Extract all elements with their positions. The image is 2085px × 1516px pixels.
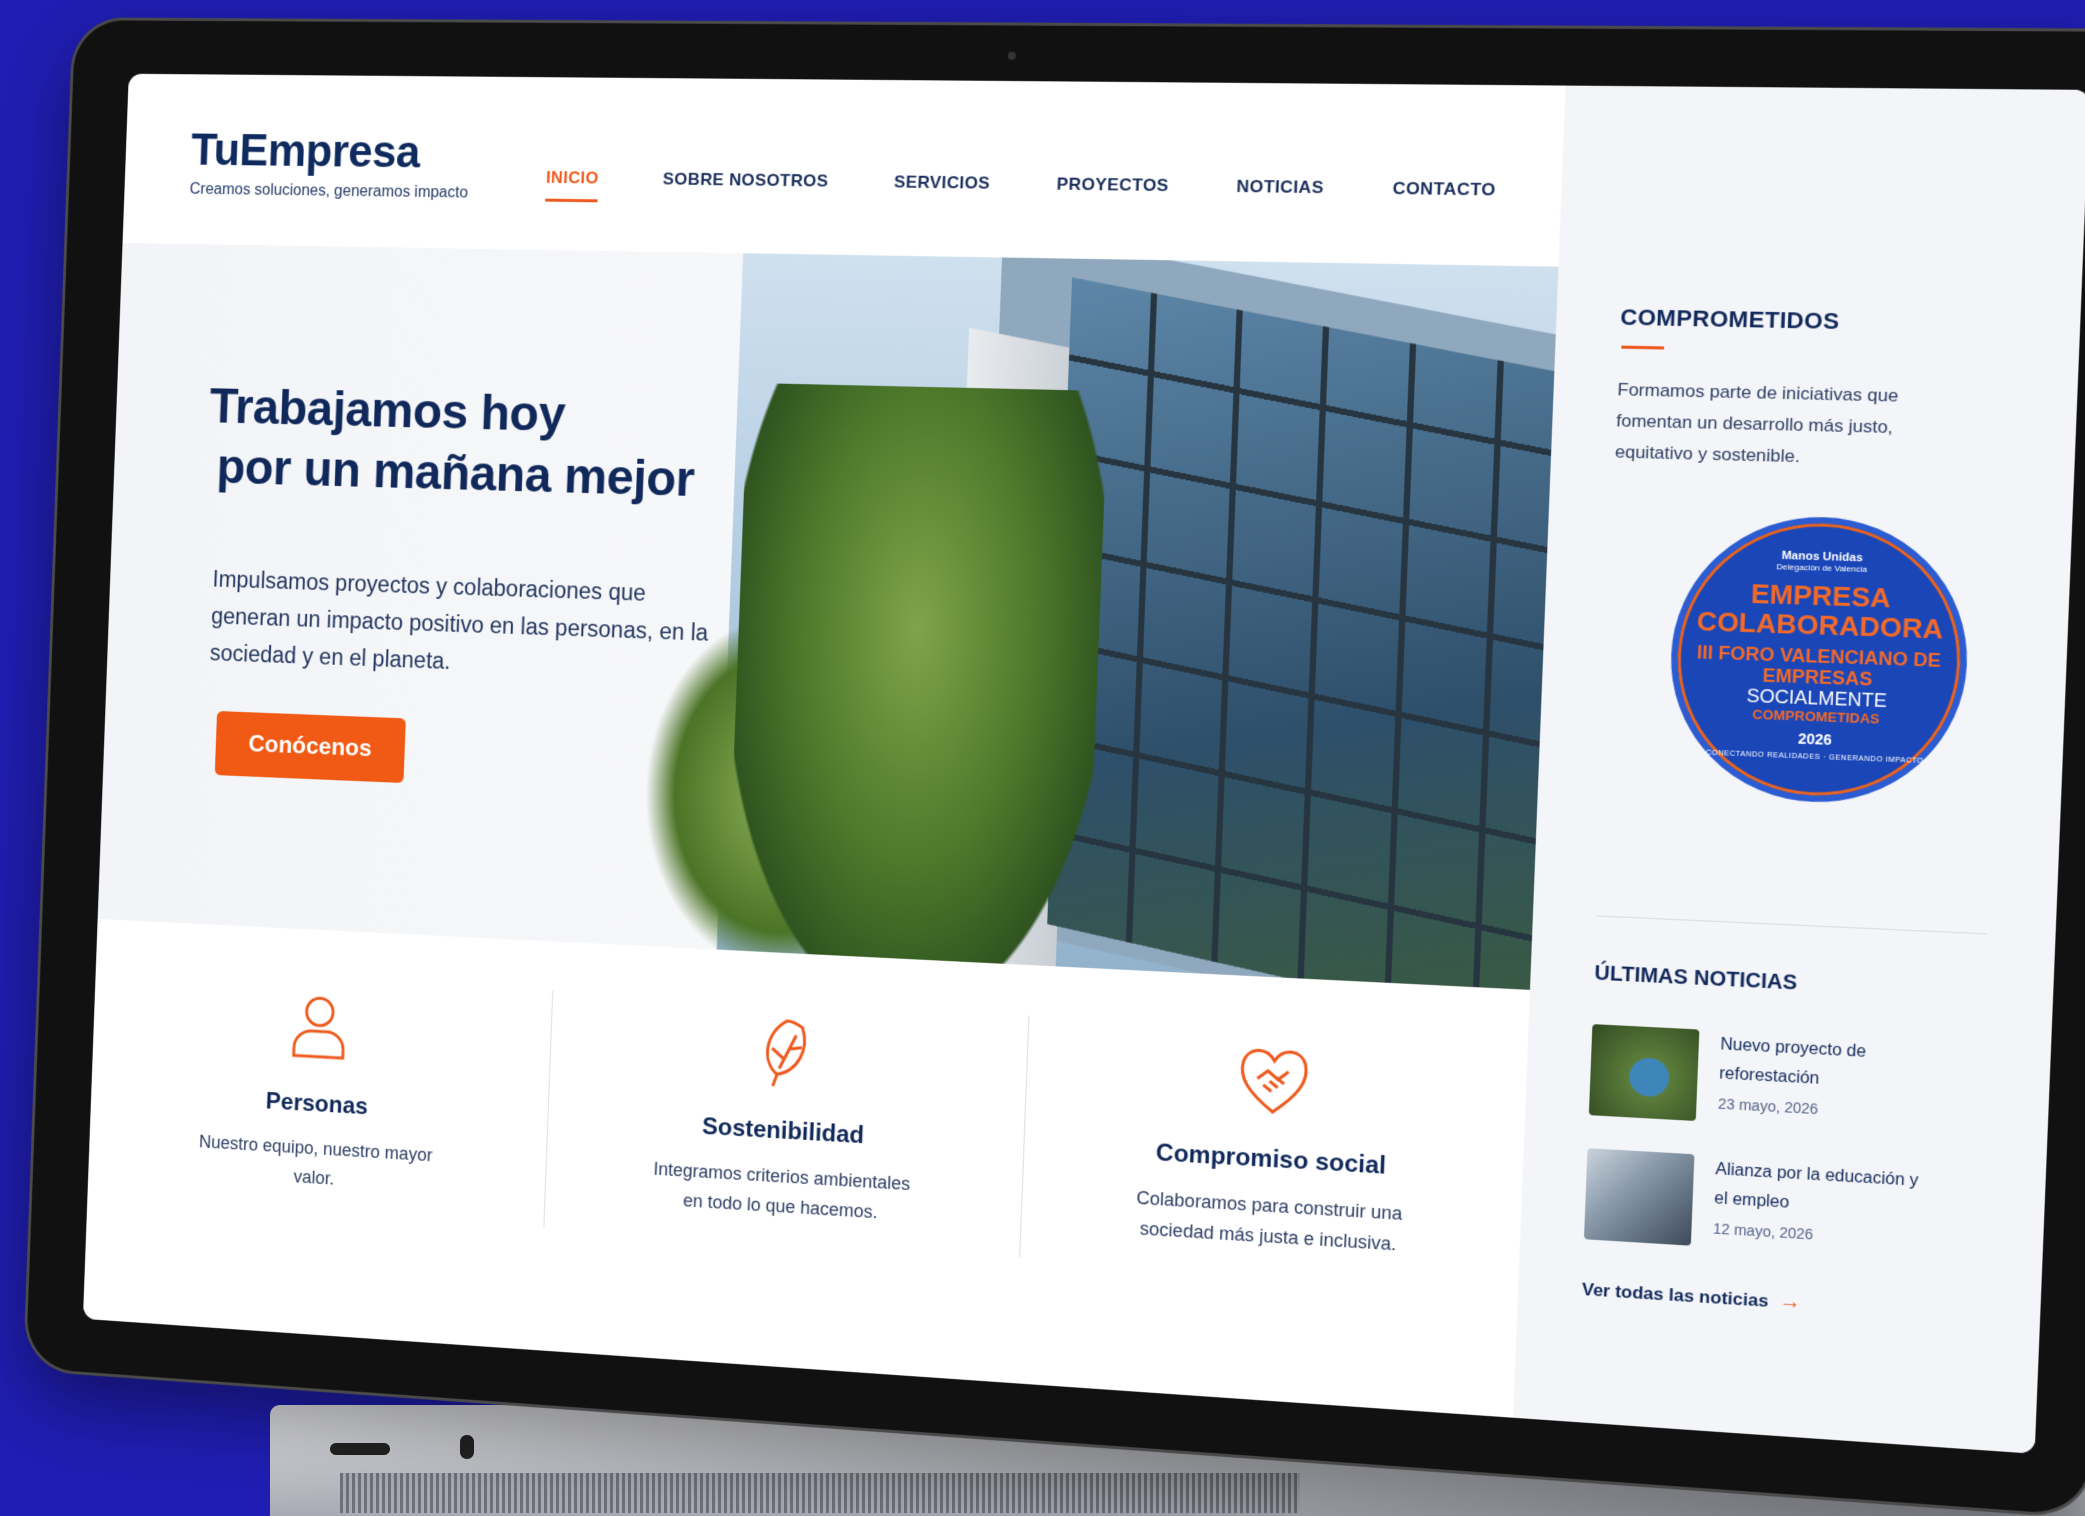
badge-year: 2026 [1797,730,1833,749]
speaker-grill [340,1473,1300,1513]
nav-item-contacto[interactable]: CONTACTO [1392,179,1496,201]
brand[interactable]: TuEmpresa Creamos soluciones, generamos … [189,123,470,203]
value-title: Personas [265,1087,369,1121]
nav-item-noticias[interactable]: NOTICIAS [1236,177,1324,199]
badge-line1: EMPRESA COLABORADORA [1696,577,1944,645]
value-title: Compromiso social [1155,1139,1387,1180]
value-desc: Integramos criterios ambientales en todo… [653,1158,911,1223]
value-card-compromiso: Compromiso social Colaboramos para const… [1015,965,1530,1418]
handshake-heart-icon [1231,1036,1317,1122]
audio-port [460,1435,474,1459]
sidebar-divider [1596,915,1987,935]
laptop-screen-frame: TuEmpresa Creamos soluciones, generamos … [25,20,2085,1516]
person-icon [280,987,358,1069]
values-section: Personas Nuestro equipo, nuestro mayor v… [82,918,1530,1418]
glass-facade [1047,277,1557,990]
comprometidos-text: Formamos parte de iniciativas que foment… [1614,379,1899,467]
nav-item-proyectos[interactable]: PROYECTOS [1056,174,1169,196]
hero-building-photo [637,242,1559,990]
news-title[interactable]: Alianza por la educación y el empleo [1714,1155,1934,1226]
nav-item-servicios[interactable]: SERVICIOS [894,172,991,193]
news-thumbnail[interactable] [1583,1148,1695,1246]
conocenos-button[interactable]: Conócenos [214,710,406,784]
nav-item-sobre-nosotros[interactable]: SOBRE NOSOTROS [663,169,829,191]
ver-todas-label[interactable]: Ver todas las noticias [1582,1279,1769,1312]
sidebar: COMPROMETIDOS Formamos parte de iniciati… [1513,85,2085,1454]
nav-item-inicio[interactable]: INICIO [546,168,599,188]
hero-section: Trabajamos hoy por un mañana mejor Impul… [97,242,1559,990]
ultimas-noticias-title: ÚLTIMAS NOTICIAS [1593,961,1798,995]
value-desc: Nuestro equipo, nuestro mayor valor. [198,1131,433,1189]
leaf-icon [745,1011,827,1095]
news-title[interactable]: Nuevo proyecto de reforestación [1719,1031,1939,1101]
camera [1007,51,1016,60]
value-title: Sostenibilidad [701,1112,865,1150]
ver-todas-noticias-link[interactable]: Ver todas las noticias → [1581,1277,1802,1315]
news-thumbnail[interactable] [1588,1024,1700,1122]
website-screen: TuEmpresa Creamos soluciones, generamos … [82,73,2085,1454]
tree-front [725,382,1109,990]
hero-title: Trabajamos hoy por un mañana mejor [206,376,697,510]
empresa-colaboradora-badge[interactable]: Manos Unidas Delegación de Valencia EMPR… [1665,513,1973,808]
news-item[interactable]: Nuevo proyecto de reforestación 23 mayo,… [1588,1024,1939,1134]
arrow-right-icon: → [1778,1289,1802,1315]
news-item[interactable]: Alianza por la educación y el empleo 12 … [1583,1148,1934,1260]
title-underline [1621,345,1665,350]
hero-title-line2: por un mañana mejor [215,438,696,507]
news-date: 23 mayo, 2026 [1717,1095,1819,1118]
usb-port [330,1443,390,1455]
comprometidos-title: COMPROMETIDOS [1619,304,1840,335]
value-card-sostenibilidad: Sostenibilidad Integramos criterios ambi… [538,941,1030,1383]
brand-logo[interactable]: TuEmpresa [190,123,470,179]
hero-subtitle: Impulsamos proyectos y colaboraciones qu… [209,566,709,674]
value-desc: Colaboramos para construir una sociedad … [1136,1187,1403,1255]
brand-tagline: Creamos soluciones, generamos impacto [189,181,469,202]
main-nav: INICIO SOBRE NOSOTROS SERVICIOS PROYECTO… [546,168,1496,201]
value-card-personas: Personas Nuestro equipo, nuestro mayor v… [83,919,554,1350]
